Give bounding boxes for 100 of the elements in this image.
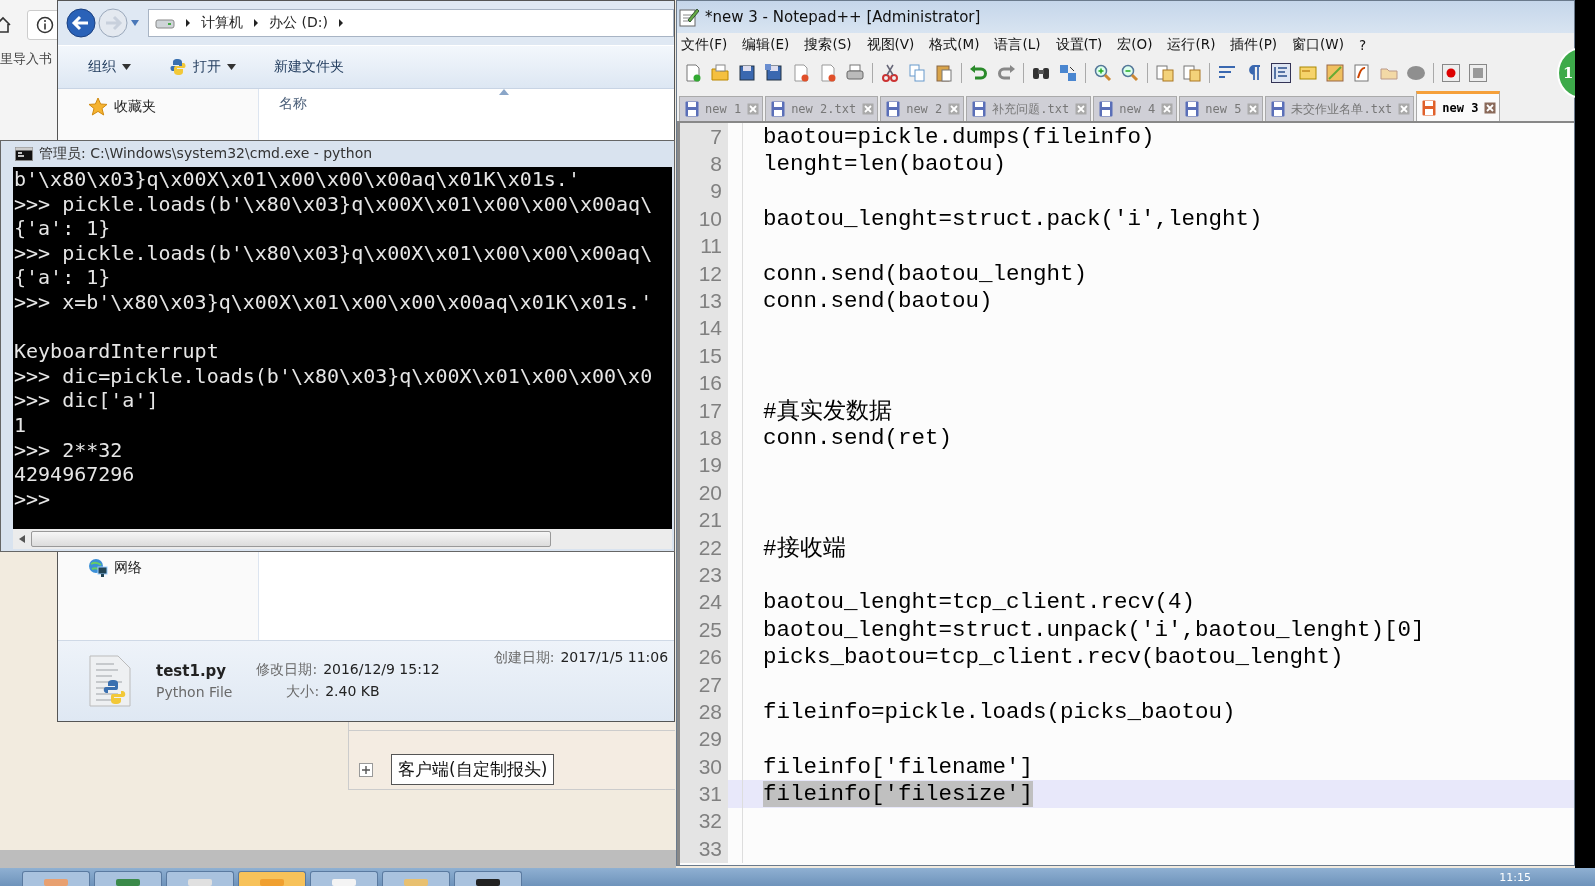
line-number: 27 <box>680 670 728 699</box>
menu-item[interactable]: 设置(T) <box>1055 36 1103 54</box>
caret-icon <box>227 64 236 70</box>
console-line: >>> <box>14 486 51 512</box>
cut-icon[interactable] <box>880 63 900 83</box>
line-number: 28 <box>680 698 728 726</box>
taskbar-button[interactable] <box>454 871 522 886</box>
toolbar-button[interactable]: 新建文件夹 <box>272 54 346 80</box>
column-header[interactable]: 名称 <box>279 95 307 113</box>
copy-icon[interactable] <box>907 63 927 83</box>
console-line: 4294967296 <box>14 462 135 487</box>
code-line: fileinfo['filename'] <box>763 753 1034 780</box>
star-icon <box>88 97 108 117</box>
menu-item[interactable]: 视图(V) <box>866 36 915 54</box>
code-line: #真实发数据 <box>763 397 892 427</box>
console-icon <box>15 147 33 161</box>
nav-item[interactable]: 收藏夹 <box>58 97 258 117</box>
close-icon[interactable] <box>948 103 961 115</box>
code-line: lenght=len(baotou) <box>763 151 1007 178</box>
code-line: #接收端 <box>763 535 846 564</box>
chevron-icon[interactable] <box>337 18 344 28</box>
toolbar-button[interactable]: 打开 <box>167 54 238 80</box>
file-type: Python File <box>156 684 233 700</box>
address-bar[interactable]: 计算机 办公 (D:) <box>148 9 674 37</box>
close-icon[interactable] <box>747 103 760 115</box>
open-folder-icon[interactable] <box>710 63 730 83</box>
record-icon[interactable] <box>1441 63 1461 83</box>
replace-icon[interactable] <box>1058 63 1078 83</box>
console-line: >>> x=b'\x80\x03}q\x00X\x01\x00\x00\x00aq\x01K\x01s.' <box>14 289 653 315</box>
print-icon[interactable] <box>845 63 865 83</box>
zoom-out-icon[interactable] <box>1120 63 1140 83</box>
close-icon[interactable] <box>1398 103 1411 115</box>
file-name: test1.py <box>156 662 228 680</box>
line-number: 11 <box>680 232 728 260</box>
breadcrumb-item[interactable]: 计算机 <box>201 14 243 32</box>
tree-node[interactable]: 客户端(自定制报头) <box>391 754 555 785</box>
close-icon[interactable] <box>1247 103 1260 115</box>
scroll-left-icon[interactable] <box>19 535 25 543</box>
caret-icon[interactable] <box>130 19 140 27</box>
close-icon[interactable] <box>791 63 811 83</box>
menu-item[interactable]: ? <box>1359 37 1367 53</box>
save-icon[interactable] <box>737 63 757 83</box>
document-panel-icon[interactable] <box>1298 63 1318 83</box>
menu-item[interactable]: 格式(M) <box>929 36 980 54</box>
bubble-icon[interactable] <box>1406 63 1426 83</box>
console-line: >>> 2**32 <box>14 437 123 463</box>
close-all-icon[interactable] <box>818 63 838 83</box>
zoom-in-icon[interactable] <box>1093 63 1113 83</box>
menu-item[interactable]: 宏(O) <box>1117 36 1153 54</box>
line-number: 17 <box>680 396 728 425</box>
new-file-icon[interactable] <box>683 63 703 83</box>
console-line: >>> pickle.loads(b'\x80\x03}q\x00X\x01\x00\x00\x00aq\ <box>14 191 653 217</box>
paste-icon[interactable] <box>934 63 954 83</box>
saved-file-icon <box>886 101 901 117</box>
menu-item[interactable]: 运行(R) <box>1167 36 1216 54</box>
scrollbar[interactable] <box>13 529 672 549</box>
menu-item[interactable]: 编辑(E) <box>742 36 790 54</box>
line-number: 12 <box>680 259 728 288</box>
menu-item[interactable]: 语言(L) <box>994 36 1041 54</box>
close-icon[interactable] <box>1075 103 1088 115</box>
document-map-icon[interactable] <box>1325 63 1345 83</box>
nav-item[interactable]: 网络 <box>58 558 258 578</box>
console-line: >>> pickle.loads(b'\x80\x03}q\x00X\x01\x00\x00\x00aq\ <box>14 240 653 266</box>
bookmark-hint: 里导入书 <box>0 50 52 68</box>
menu-item[interactable]: 文件(F) <box>681 36 728 54</box>
chevron-icon[interactable] <box>185 18 191 28</box>
close-icon[interactable] <box>1161 103 1174 115</box>
function-list-icon[interactable] <box>1352 63 1372 83</box>
saved-file-icon <box>1185 101 1200 117</box>
back-icon[interactable] <box>66 8 96 38</box>
menu-item[interactable]: 窗口(W) <box>1292 36 1344 54</box>
redo-icon[interactable] <box>996 63 1016 83</box>
info-icon[interactable] <box>36 16 54 34</box>
breadcrumb-item[interactable]: 办公 (D:) <box>269 14 328 32</box>
sync-vertical-icon[interactable] <box>1155 63 1175 83</box>
console-line: >>> dic['a'] <box>14 388 159 413</box>
menu-item[interactable]: 搜索(S) <box>804 36 852 54</box>
sync-horizontal-icon[interactable] <box>1182 63 1202 83</box>
code-line: conn.send(ret) <box>763 425 953 451</box>
saved-file-icon <box>972 101 987 117</box>
undo-icon[interactable] <box>969 63 989 83</box>
toolbar-button[interactable]: 组织 <box>86 54 133 80</box>
python-file-icon <box>88 654 132 708</box>
editor-tab[interactable]: new 3 <box>1416 91 1501 121</box>
expand-icon[interactable] <box>359 762 373 777</box>
line-number: 10 <box>680 205 728 233</box>
stop-icon[interactable] <box>1468 63 1488 83</box>
taskbar-button[interactable] <box>310 871 378 886</box>
drive-icon <box>155 17 175 29</box>
close-icon[interactable] <box>1484 101 1497 114</box>
close-icon[interactable] <box>862 103 875 115</box>
code-line: fileinfo=pickle.loads(picks_baotou) <box>763 698 1236 725</box>
unsaved-file-icon <box>1422 99 1437 116</box>
scrollbar-thumb[interactable] <box>31 531 551 547</box>
console-line: {'a': 1} <box>14 216 111 241</box>
menu-item[interactable]: 插件(P) <box>1230 36 1278 54</box>
indent-guide-icon[interactable] <box>1271 63 1291 83</box>
saved-file-icon <box>1099 101 1114 117</box>
save-all-icon[interactable] <box>764 63 784 83</box>
chevron-icon[interactable] <box>253 18 259 28</box>
